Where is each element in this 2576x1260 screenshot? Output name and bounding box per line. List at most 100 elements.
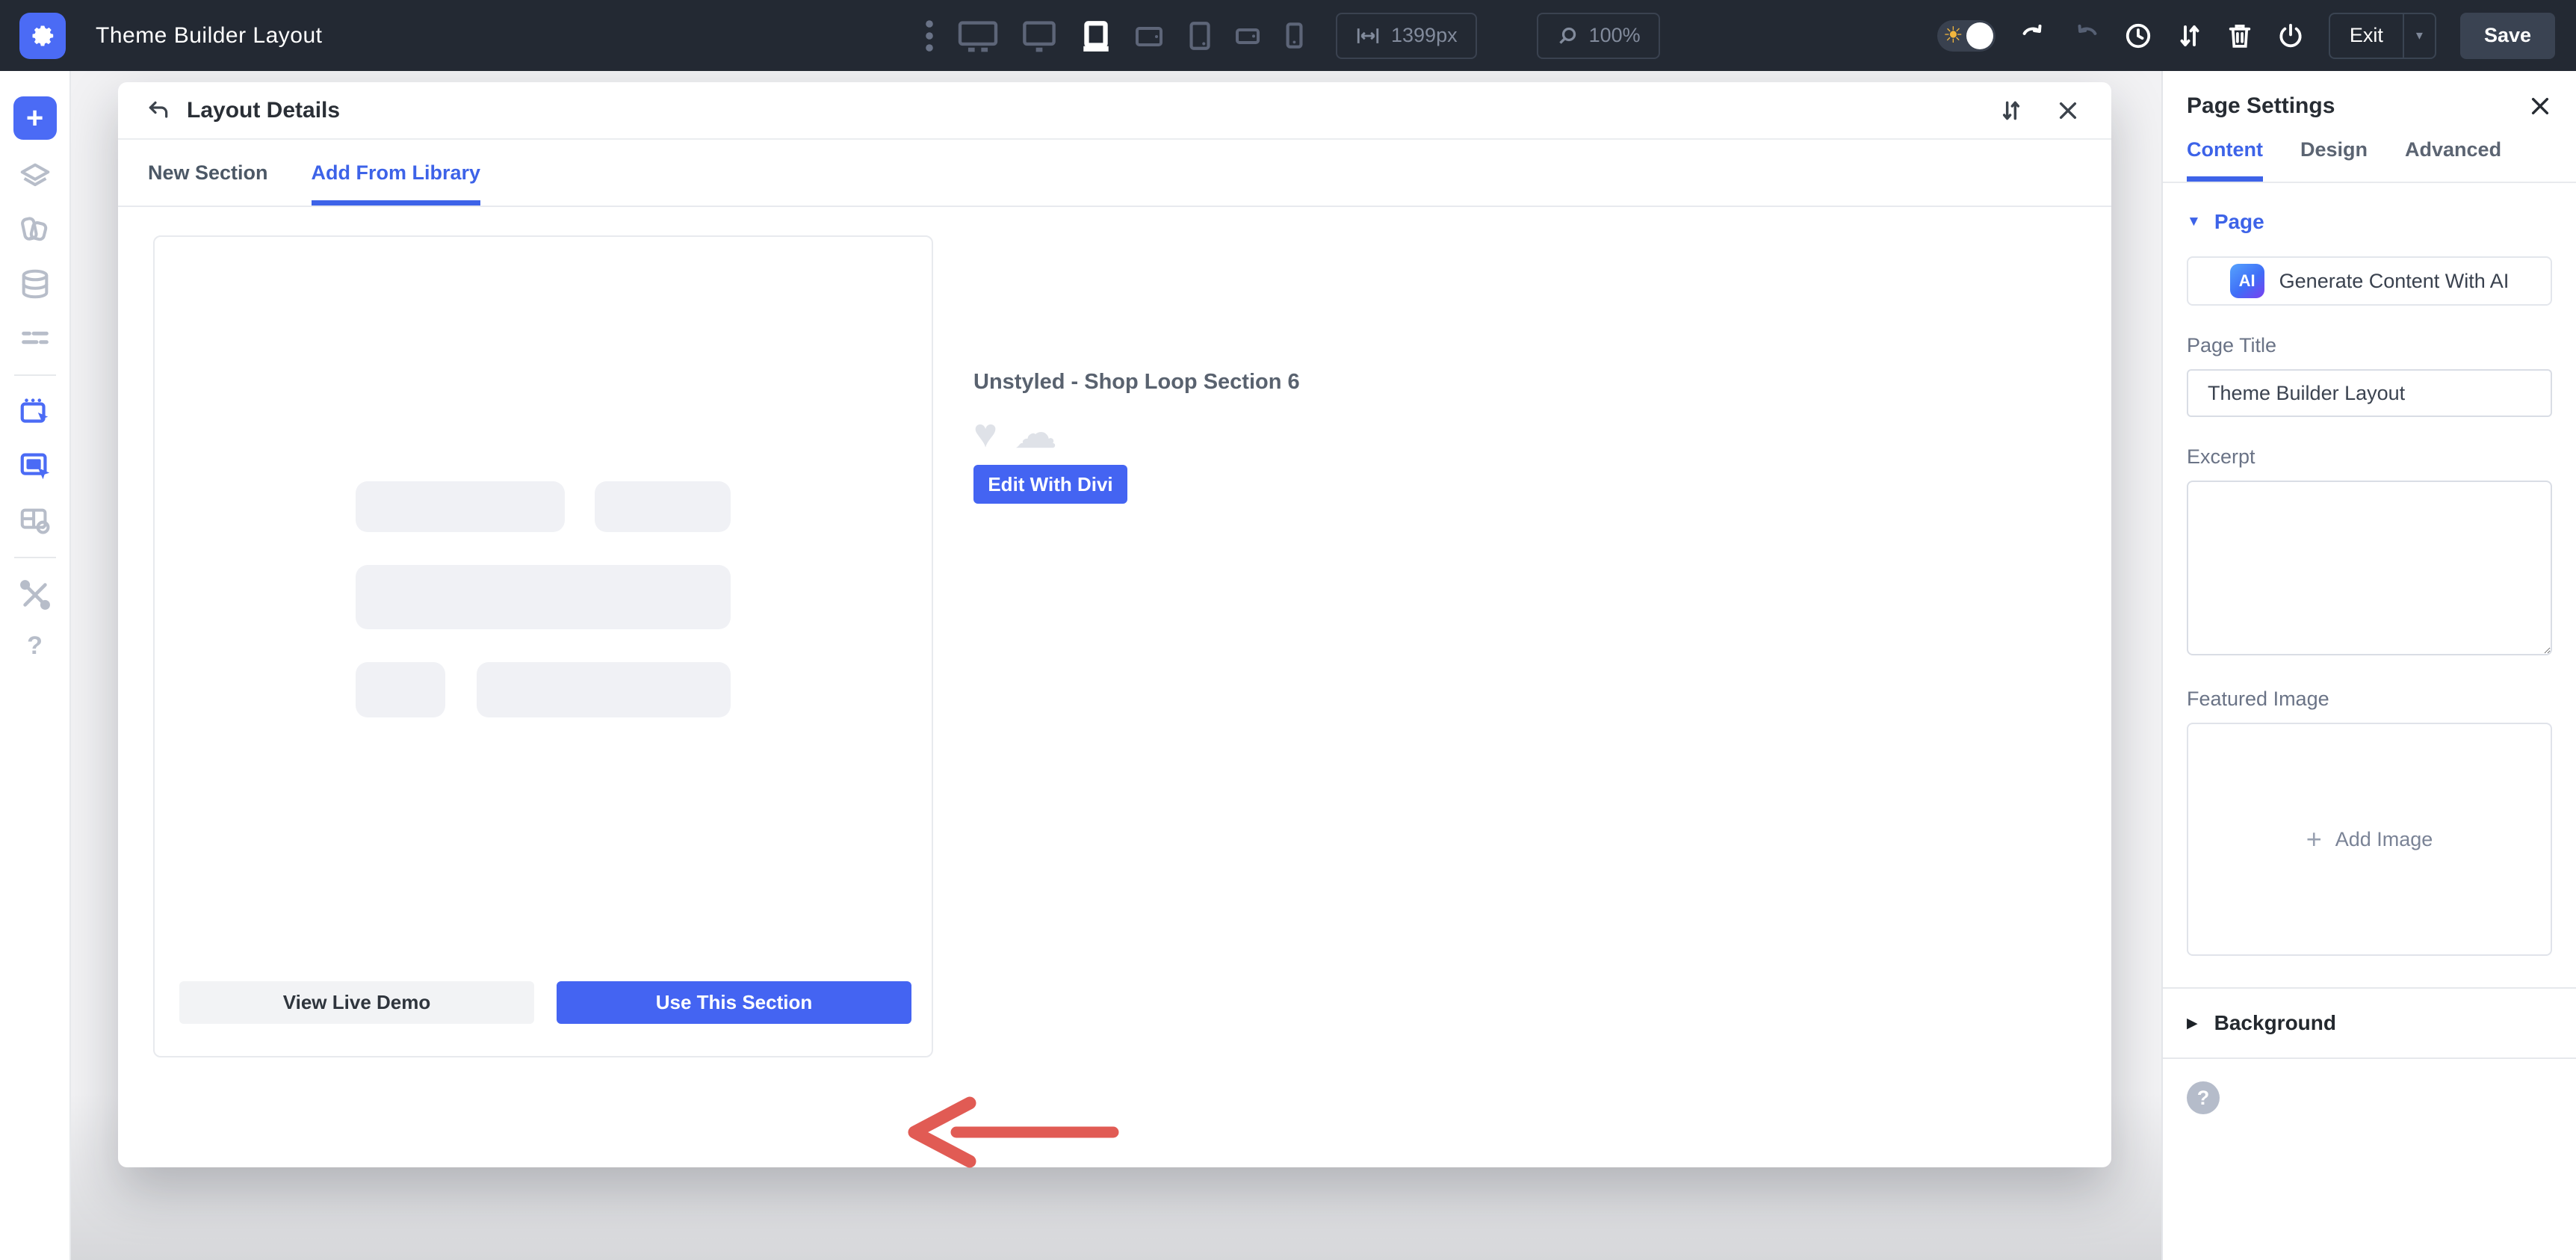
- history-clock-icon[interactable]: [2124, 22, 2152, 50]
- wireframe-preview-icon[interactable]: [17, 503, 53, 537]
- card-action-row: View Live Demo Use This Section: [179, 981, 911, 1024]
- canvas-zoom-value: 100%: [1589, 24, 1641, 47]
- wireframe-click-icon[interactable]: [18, 395, 52, 430]
- tab-content[interactable]: Content: [2187, 138, 2263, 182]
- top-toolbar: Theme Builder Layout: [0, 0, 2576, 71]
- modal-title: Layout Details: [187, 98, 340, 123]
- toggle-knob: [1966, 22, 1993, 49]
- excerpt-label: Excerpt: [2187, 445, 2552, 469]
- modal-header: Layout Details: [118, 82, 2111, 140]
- excerpt-textarea[interactable]: [2187, 481, 2552, 655]
- desktop-icon[interactable]: [1019, 18, 1059, 54]
- light-dark-toggle[interactable]: ☀: [1937, 20, 1996, 52]
- layout-meta: Unstyled - Shop Loop Section 6 ♥ ☁ Edit …: [973, 370, 1392, 504]
- sidebar-divider: [14, 374, 56, 376]
- view-live-demo-button[interactable]: View Live Demo: [179, 981, 534, 1024]
- add-image-label: Add Image: [2335, 828, 2433, 851]
- exit-label: Exit: [2330, 24, 2403, 47]
- skeleton-block: [477, 662, 731, 717]
- layout-skeleton-preview: [356, 481, 731, 717]
- laptop-icon[interactable]: [1079, 19, 1113, 53]
- tab-new-section[interactable]: New Section: [148, 140, 268, 206]
- sort-arrows-icon[interactable]: [2176, 22, 2203, 50]
- builder-settings-button[interactable]: [19, 13, 66, 59]
- help-icon[interactable]: ?: [27, 631, 43, 661]
- trash-icon[interactable]: [2227, 22, 2253, 50]
- tab-add-from-library[interactable]: Add From Library: [312, 140, 481, 206]
- layout-details-modal: Layout Details New Section Add From Libr…: [118, 82, 2111, 1167]
- add-image-dropzone[interactable]: + Add Image: [2187, 723, 2552, 956]
- annotation-arrow: [897, 1095, 1121, 1170]
- featured-image-label: Featured Image: [2187, 688, 2552, 711]
- close-icon[interactable]: [2528, 94, 2552, 118]
- layers-icon[interactable]: [18, 159, 52, 194]
- ai-button-label: Generate Content With AI: [2279, 270, 2510, 293]
- desktop-wide-icon[interactable]: [956, 18, 1000, 54]
- skeleton-block: [595, 481, 731, 532]
- tab-advanced[interactable]: Advanced: [2405, 138, 2501, 182]
- generate-content-ai-button[interactable]: AI Generate Content With AI: [2187, 256, 2552, 306]
- close-icon[interactable]: [2056, 99, 2080, 123]
- panel-help-icon[interactable]: ?: [2187, 1081, 2220, 1114]
- sun-icon: ☀: [1943, 25, 1963, 47]
- settings-tab-bar: Content Design Advanced: [2163, 119, 2576, 183]
- layout-meta-icons: ♥ ☁: [973, 413, 1392, 454]
- device-preview-switcher: [956, 18, 1306, 54]
- panel-header: Page Settings: [2187, 71, 2552, 119]
- skeleton-block: [356, 565, 731, 629]
- page-section-label: Page: [2214, 210, 2264, 234]
- design-presets-icon[interactable]: [18, 213, 52, 247]
- panel-title: Page Settings: [2187, 93, 2335, 119]
- sidebar-divider: [14, 557, 56, 558]
- wireframe-click-alt-icon[interactable]: [18, 449, 52, 484]
- page-title-label: Page Title: [2187, 334, 2552, 357]
- use-this-section-button[interactable]: Use This Section: [557, 981, 911, 1024]
- exit-button[interactable]: Exit ▾: [2329, 13, 2436, 59]
- responsive-toolbar: 1399px 100%: [925, 0, 1660, 71]
- toolbar-actions: ☀ Exit ▾ Save: [1937, 0, 2555, 71]
- skeleton-block: [356, 481, 565, 532]
- magnifier-icon: [1556, 25, 1579, 47]
- canvas-zoom-control[interactable]: 100%: [1537, 13, 1660, 59]
- skeleton-block: [356, 662, 445, 717]
- favorite-heart-icon[interactable]: ♥: [973, 413, 997, 454]
- triangle-down-icon: ▼: [2187, 214, 2201, 230]
- redo-icon[interactable]: [2072, 23, 2100, 49]
- list-options-icon[interactable]: [18, 321, 52, 355]
- chevron-down-icon[interactable]: ▾: [2403, 14, 2435, 58]
- back-arrow-icon[interactable]: [146, 99, 170, 123]
- page-section-toggle[interactable]: ▼ Page: [2187, 210, 2552, 234]
- save-button[interactable]: Save: [2460, 13, 2555, 59]
- panel-divider: [2163, 1057, 2576, 1059]
- layout-name: Unstyled - Shop Loop Section 6: [973, 370, 1392, 395]
- sort-order-icon[interactable]: [1999, 98, 2023, 123]
- plus-icon: +: [2306, 826, 2322, 853]
- page-title: Theme Builder Layout: [96, 23, 323, 49]
- modal-tab-bar: New Section Add From Library: [118, 140, 2111, 207]
- background-section-label: Background: [2214, 1011, 2336, 1035]
- tab-design[interactable]: Design: [2300, 138, 2368, 182]
- phone-landscape-icon[interactable]: [1233, 22, 1263, 50]
- ai-badge-icon: AI: [2230, 264, 2264, 298]
- canvas-width-control[interactable]: 1399px: [1336, 13, 1477, 59]
- canvas-width-value: 1399px: [1391, 24, 1458, 47]
- gear-icon: [29, 22, 56, 49]
- phone-portrait-icon[interactable]: [1282, 19, 1306, 52]
- builder-sidebar: + ?: [0, 71, 71, 1260]
- tablet-landscape-icon[interactable]: [1133, 20, 1165, 52]
- kebab-menu-icon[interactable]: [925, 18, 934, 54]
- tools-icon[interactable]: [18, 578, 52, 612]
- power-icon[interactable]: [2276, 22, 2305, 50]
- page-settings-panel: Page Settings Content Design Advanced ▼ …: [2161, 71, 2576, 1260]
- page-title-input[interactable]: [2187, 369, 2552, 417]
- width-arrows-icon: [1355, 25, 1381, 47]
- cloud-icon[interactable]: ☁: [1014, 413, 1057, 454]
- undo-icon[interactable]: [2019, 23, 2048, 49]
- add-new-button[interactable]: +: [13, 96, 57, 140]
- tablet-portrait-icon[interactable]: [1185, 19, 1213, 53]
- database-icon[interactable]: [18, 267, 52, 301]
- layout-preview-card: View Live Demo Use This Section: [153, 235, 933, 1057]
- edit-with-divi-button[interactable]: Edit With Divi: [973, 465, 1127, 504]
- background-section-toggle[interactable]: ▶ Background: [2187, 989, 2552, 1057]
- triangle-right-icon: ▶: [2187, 1015, 2198, 1032]
